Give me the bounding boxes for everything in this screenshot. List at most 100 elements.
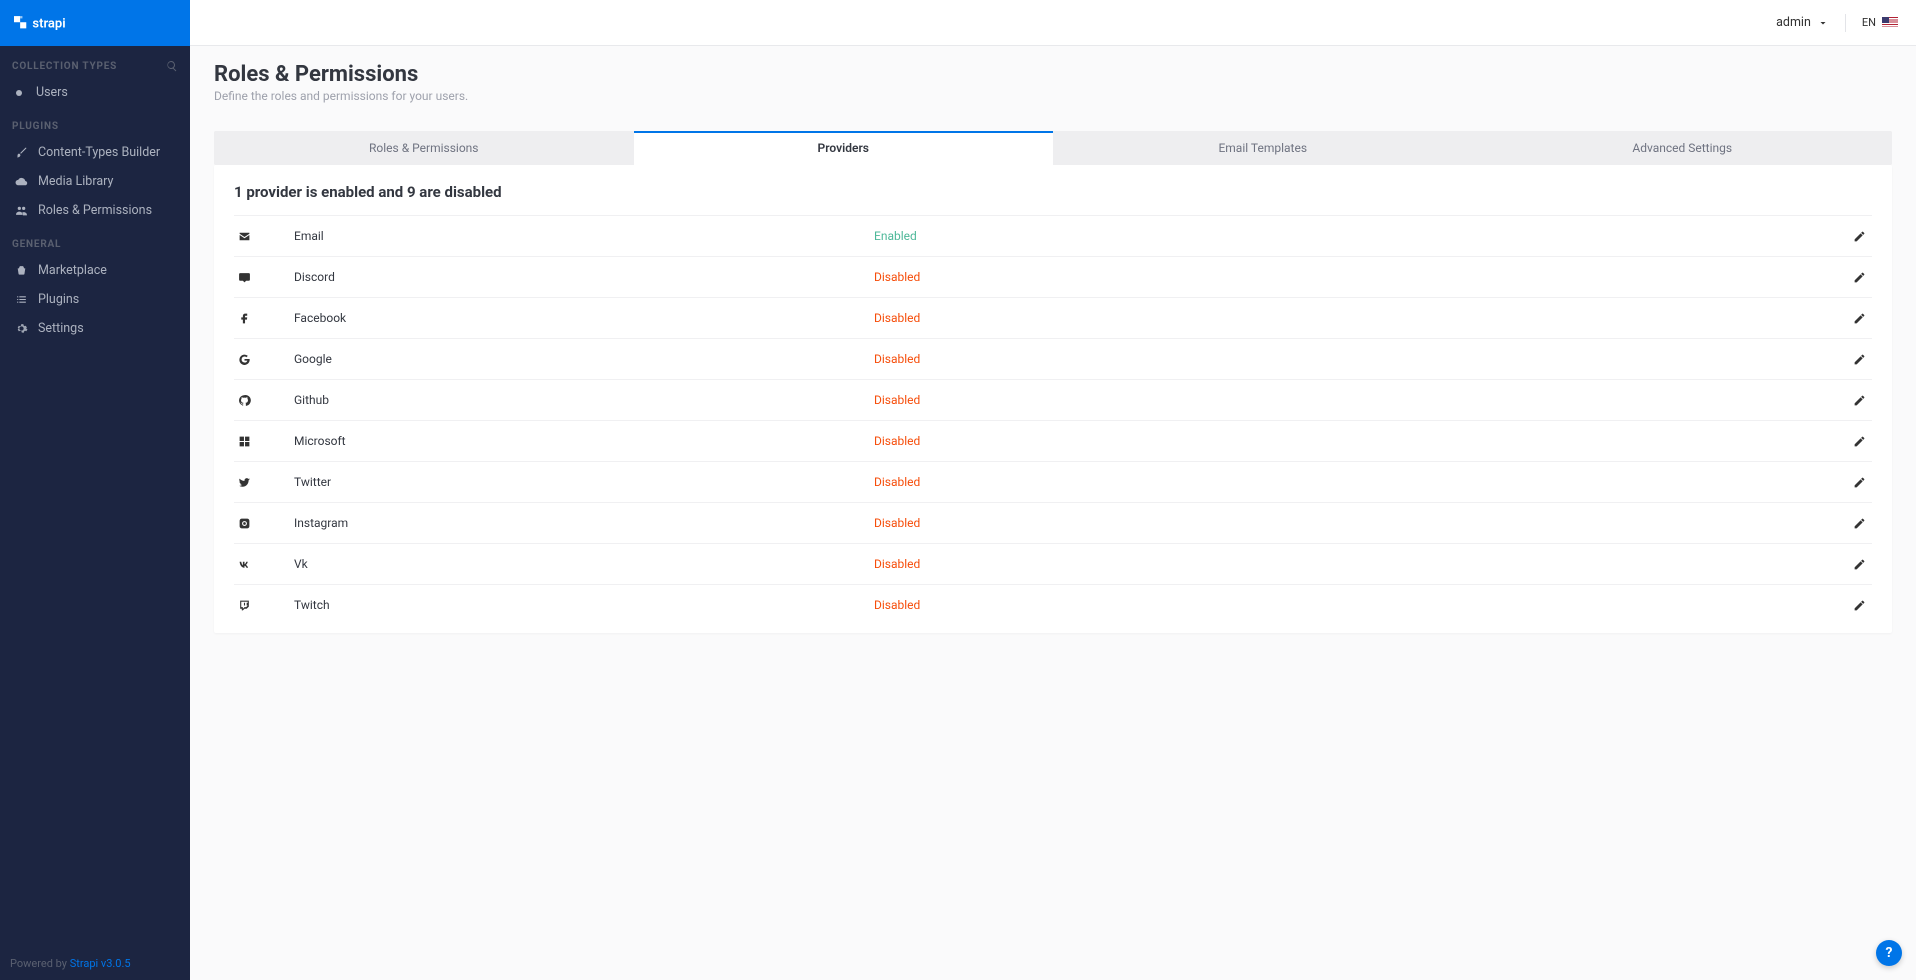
- flag-us-icon: [1882, 17, 1898, 28]
- sidebar-section: COLLECTION TYPES Users: [0, 46, 190, 107]
- basket-icon: [14, 264, 28, 277]
- provider-status: Disabled: [874, 516, 1832, 530]
- sidebar-item-label: Plugins: [38, 292, 79, 307]
- sidebar-item-label: Content-Types Builder: [38, 145, 160, 160]
- gear-icon: [14, 322, 28, 335]
- sidebar-item-label: Roles & Permissions: [38, 203, 152, 218]
- provider-status: Disabled: [874, 270, 1832, 284]
- provider-row-microsoft[interactable]: MicrosoftDisabled: [234, 420, 1872, 461]
- provider-name: Instagram: [294, 516, 874, 530]
- provider-name: Twitter: [294, 475, 874, 489]
- provider-name: Vk: [294, 557, 874, 571]
- provider-row-instagram[interactable]: InstagramDisabled: [234, 502, 1872, 543]
- locale-code: EN: [1862, 16, 1876, 29]
- edit-icon[interactable]: [1832, 558, 1872, 571]
- providers-panel: 1 provider is enabled and 9 are disabled…: [214, 165, 1892, 633]
- provider-status: Enabled: [874, 229, 1832, 243]
- microsoft-icon: [234, 435, 294, 448]
- envelope-icon: [234, 230, 294, 243]
- provider-row-google[interactable]: GoogleDisabled: [234, 338, 1872, 379]
- twitch-icon: [234, 599, 294, 612]
- provider-name: Email: [294, 229, 874, 243]
- panel-heading: 1 provider is enabled and 9 are disabled: [234, 183, 1872, 201]
- edit-icon[interactable]: [1832, 435, 1872, 448]
- provider-row-discord[interactable]: DiscordDisabled: [234, 256, 1872, 297]
- page-subtitle: Define the roles and permissions for you…: [214, 89, 1892, 103]
- provider-status: Disabled: [874, 311, 1832, 325]
- sidebar-item-media-library[interactable]: Media Library: [12, 167, 178, 196]
- list-icon: [14, 293, 28, 306]
- user-menu[interactable]: admin: [1776, 15, 1829, 30]
- user-name: admin: [1776, 15, 1811, 30]
- sidebar-item-roles-permissions[interactable]: Roles & Permissions: [12, 196, 178, 225]
- brand-logo[interactable]: strapi: [0, 0, 190, 46]
- provider-name: Google: [294, 352, 874, 366]
- provider-name: Facebook: [294, 311, 874, 325]
- sidebar: strapi COLLECTION TYPES Users PLUGINS Conte…: [0, 0, 190, 980]
- provider-row-github[interactable]: GithubDisabled: [234, 379, 1872, 420]
- sidebar-item-content-types-builder[interactable]: Content-Types Builder: [12, 138, 178, 167]
- topbar: admin EN: [190, 0, 1916, 46]
- twitter-icon: [234, 476, 294, 489]
- sidebar-section-title: PLUGINS: [12, 121, 59, 132]
- strapi-version-link[interactable]: Strapi v3.0.5: [70, 957, 131, 970]
- tab-email-templates[interactable]: Email Templates: [1053, 131, 1473, 165]
- provider-row-facebook[interactable]: FacebookDisabled: [234, 297, 1872, 338]
- cloud-icon: [14, 175, 28, 188]
- brush-icon: [14, 146, 28, 159]
- svg-text:strapi: strapi: [32, 17, 65, 32]
- edit-icon[interactable]: [1832, 353, 1872, 366]
- divider: [1845, 14, 1846, 32]
- edit-icon[interactable]: [1832, 394, 1872, 407]
- search-icon[interactable]: [166, 60, 178, 72]
- sidebar-section: GENERAL Marketplace Plugins Settings: [0, 225, 190, 343]
- provider-status: Disabled: [874, 557, 1832, 571]
- provider-row-vk[interactable]: VkDisabled: [234, 543, 1872, 584]
- sidebar-item-plugins[interactable]: Plugins: [12, 285, 178, 314]
- sidebar-item-label: Media Library: [38, 174, 113, 189]
- sidebar-item-users[interactable]: Users: [12, 78, 178, 107]
- provider-status: Disabled: [874, 434, 1832, 448]
- edit-icon[interactable]: [1832, 599, 1872, 612]
- provider-row-twitch[interactable]: TwitchDisabled: [234, 584, 1872, 625]
- sidebar-footer: Powered by Strapi v3.0.5: [0, 947, 190, 980]
- provider-status: Disabled: [874, 352, 1832, 366]
- edit-icon[interactable]: [1832, 517, 1872, 530]
- sidebar-section-title: GENERAL: [12, 239, 61, 250]
- provider-name: Twitch: [294, 598, 874, 612]
- edit-icon[interactable]: [1832, 312, 1872, 325]
- github-icon: [234, 394, 294, 407]
- tabs: Roles & PermissionsProvidersEmail Templa…: [214, 131, 1892, 165]
- sidebar-item-label: Settings: [38, 321, 84, 336]
- edit-icon[interactable]: [1832, 476, 1872, 489]
- provider-name: Github: [294, 393, 874, 407]
- sidebar-section: PLUGINS Content-Types Builder Media Librar…: [0, 107, 190, 225]
- sidebar-section-title: COLLECTION TYPES: [12, 61, 117, 72]
- provider-status: Disabled: [874, 475, 1832, 489]
- page-title: Roles & Permissions: [214, 62, 1892, 87]
- sidebar-item-label: Users: [36, 85, 68, 100]
- caret-down-icon: [1817, 17, 1829, 29]
- provider-row-twitter[interactable]: TwitterDisabled: [234, 461, 1872, 502]
- google-icon: [234, 353, 294, 366]
- tab-advanced-settings[interactable]: Advanced Settings: [1473, 131, 1893, 165]
- provider-name: Microsoft: [294, 434, 874, 448]
- edit-icon[interactable]: [1832, 271, 1872, 284]
- tab-roles-permissions[interactable]: Roles & Permissions: [214, 131, 634, 165]
- sidebar-item-label: Marketplace: [38, 263, 107, 278]
- provider-status: Disabled: [874, 598, 1832, 612]
- provider-row-email[interactable]: EmailEnabled: [234, 215, 1872, 256]
- edit-icon[interactable]: [1832, 230, 1872, 243]
- tab-providers[interactable]: Providers: [634, 131, 1054, 165]
- help-fab[interactable]: ?: [1876, 940, 1902, 966]
- instagram-icon: [234, 517, 294, 530]
- sidebar-item-settings[interactable]: Settings: [12, 314, 178, 343]
- facebook-icon: [234, 312, 294, 325]
- sidebar-item-marketplace[interactable]: Marketplace: [12, 256, 178, 285]
- provider-status: Disabled: [874, 393, 1832, 407]
- vk-icon: [234, 558, 294, 571]
- bullet-icon: [16, 90, 22, 96]
- users-icon: [14, 204, 28, 217]
- locale-switcher[interactable]: EN: [1862, 16, 1898, 29]
- main: admin EN Roles & Permissions Define the …: [190, 0, 1916, 980]
